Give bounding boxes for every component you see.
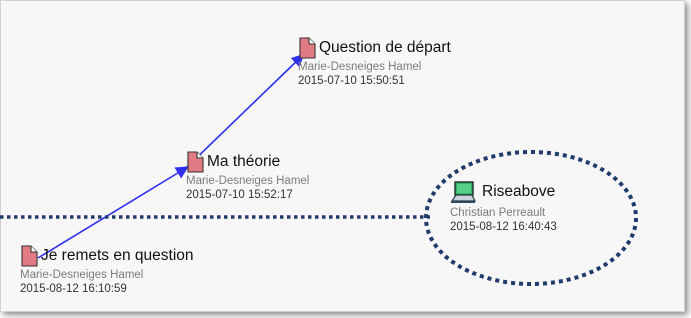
riseabove-laptop-icon xyxy=(450,181,476,203)
note-author: Marie-Desneiges Hamel xyxy=(298,61,422,73)
riseabove-title[interactable]: Riseabove xyxy=(482,183,555,201)
note-document-icon xyxy=(21,245,38,267)
note-title[interactable]: Ma théorie xyxy=(207,153,280,171)
note-question-de-depart[interactable]: Question de départ Marie-Desneiges Hamel… xyxy=(298,36,451,88)
note-title[interactable]: Question de départ xyxy=(319,39,451,57)
note-ma-theorie[interactable]: Ma théorie Marie-Desneiges Hamel 2015-07… xyxy=(186,150,309,202)
note-author: Marie-Desneiges Hamel xyxy=(186,175,310,187)
note-date: 2015-07-10 15:52:17 xyxy=(186,189,293,201)
note-document-icon xyxy=(187,151,204,173)
note-date: 2015-08-12 16:10:59 xyxy=(20,283,127,295)
note-title[interactable]: Je remets en question xyxy=(41,247,194,265)
note-date: 2015-07-10 15:50:51 xyxy=(298,75,405,87)
note-je-remets-en-question[interactable]: Je remets en question Marie-Desneiges Ha… xyxy=(20,244,194,296)
note-author: Marie-Desneiges Hamel xyxy=(20,269,144,281)
riseabove-note[interactable]: Riseabove Christian Perreault 2015-08-12… xyxy=(450,178,557,234)
riseabove-author: Christian Perreault xyxy=(450,207,546,219)
riseabove-date: 2015-08-12 16:40:43 xyxy=(450,221,557,233)
note-document-icon xyxy=(299,37,316,59)
